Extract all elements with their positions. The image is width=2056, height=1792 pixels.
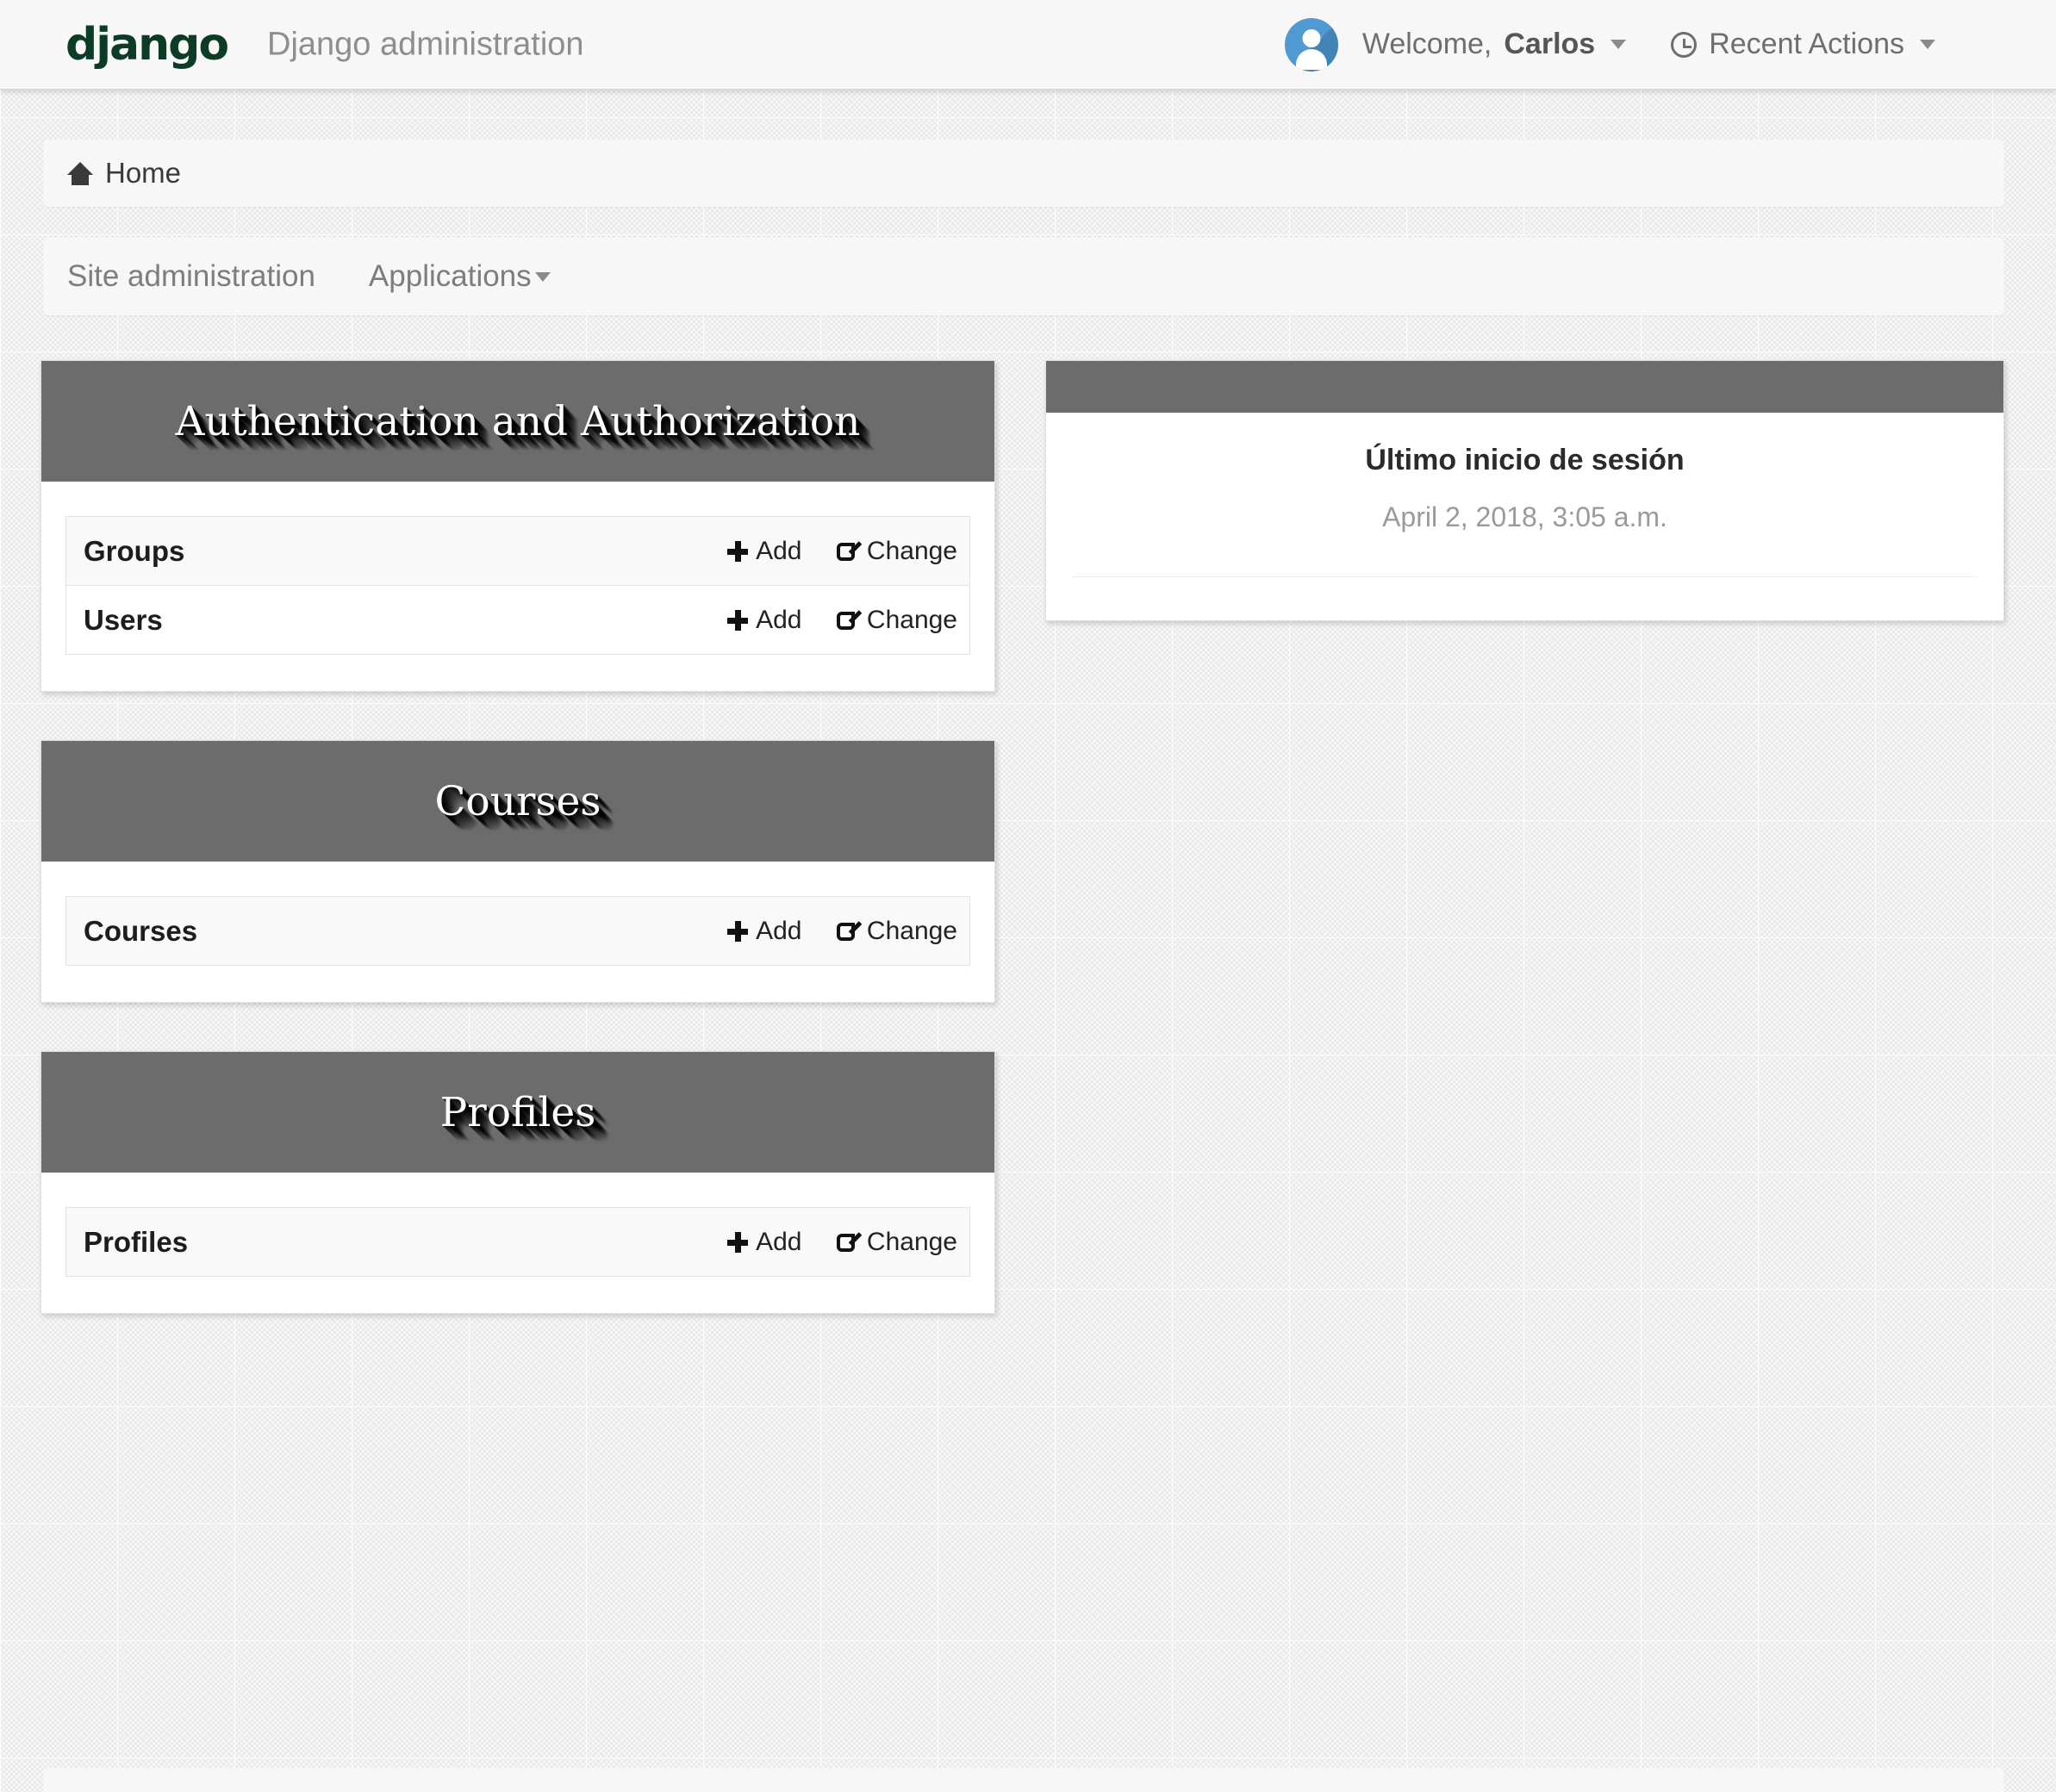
module-header: Profiles [41, 1052, 994, 1173]
avatar-head [1302, 28, 1321, 47]
chevron-down-icon [534, 271, 551, 282]
user-menu[interactable]: Welcome, Carlos [1284, 17, 1627, 72]
last-login-spacer [1072, 577, 1978, 620]
change-button[interactable]: Change [836, 916, 957, 946]
user-name: Carlos [1504, 28, 1596, 60]
model-link-groups[interactable]: Groups [66, 517, 340, 586]
add-button[interactable]: Add [727, 1228, 801, 1257]
change-label: Change [866, 916, 957, 945]
app-list-column: Authentication and Authorization Groups … [40, 360, 995, 1362]
app-module-authentication-and-authorization: Authentication and Authorization Groups … [40, 360, 995, 692]
edit-icon [836, 920, 863, 943]
plus-icon [727, 920, 749, 942]
model-table: Courses Add Change [65, 896, 970, 966]
breadcrumb: Home [43, 140, 2004, 207]
module-body: Profiles Add Change [41, 1173, 994, 1313]
recent-actions-label: Recent Actions [1709, 28, 1904, 60]
last-login-panel: Último inicio de sesión April 2, 2018, 3… [1045, 360, 2004, 621]
table-row: Users Add Change [65, 585, 970, 655]
page-title: Django administration [267, 26, 584, 62]
last-login-body: Último inicio de sesión April 2, 2018, 3… [1046, 413, 2003, 620]
breadcrumb-home-link[interactable]: Home [67, 157, 181, 190]
add-button[interactable]: Add [727, 917, 801, 946]
site-administration-label: Site administration [67, 259, 315, 293]
model-table: Profiles Add Change [65, 1207, 970, 1277]
app-module-profiles: Profiles Profiles Add Change [40, 1051, 995, 1314]
module-title: Authentication and Authorization [175, 397, 861, 445]
module-title: Courses [434, 777, 601, 825]
chevron-down-icon [1611, 40, 1627, 49]
change-button[interactable]: Change [836, 1227, 957, 1257]
site-admin-nav: Site administration Applications [43, 238, 2004, 315]
recent-actions-menu[interactable]: Recent Actions [1671, 28, 1935, 61]
avatar [1284, 17, 1338, 72]
add-button[interactable]: Add [727, 537, 801, 566]
applications-dropdown[interactable]: Applications [369, 259, 551, 294]
module-title: Profiles [439, 1088, 596, 1136]
last-login-panel-header [1046, 361, 2003, 413]
plus-icon [727, 540, 749, 562]
clock-icon [1671, 31, 1698, 58]
model-table: Groups Add Change Users Add Change [65, 516, 970, 655]
edit-icon [836, 1231, 863, 1254]
site-header: django Django administration Welcome, Ca… [0, 0, 2056, 90]
add-button[interactable]: Add [727, 606, 801, 635]
change-label: Change [866, 605, 957, 634]
add-label: Add [756, 605, 802, 634]
add-label: Add [756, 536, 802, 565]
table-row: Groups Add Change [65, 516, 970, 586]
row-actions: Add Change [345, 1208, 970, 1277]
sidebar-column: Último inicio de sesión April 2, 2018, 3… [1045, 360, 2004, 669]
last-login-title: Último inicio de sesión [1365, 444, 1685, 476]
change-button[interactable]: Change [836, 536, 957, 566]
module-body: Groups Add Change Users Add Change [41, 482, 994, 691]
table-row: Profiles Add Change [65, 1207, 970, 1277]
django-logo[interactable]: django [65, 19, 229, 71]
change-label: Change [866, 536, 957, 565]
model-link-users[interactable]: Users [65, 585, 340, 655]
copyright-text: © 2018 [67, 1787, 153, 1792]
edit-icon [836, 540, 863, 563]
footer: © 2018 [43, 1768, 2004, 1792]
home-icon [67, 161, 93, 185]
add-label: Add [756, 916, 802, 945]
app-module-courses: Courses Courses Add Change [40, 740, 995, 1003]
welcome-text: Welcome, [1361, 28, 1492, 60]
row-actions: Add Change [340, 517, 969, 586]
model-link-profiles[interactable]: Profiles [66, 1208, 346, 1277]
applications-label: Applications [368, 259, 532, 293]
table-row: Courses Add Change [65, 896, 970, 966]
change-label: Change [866, 1227, 957, 1256]
breadcrumb-home-label: Home [105, 157, 182, 189]
change-button[interactable]: Change [836, 605, 957, 635]
row-actions: Add Change [340, 585, 970, 655]
plus-icon [727, 1231, 749, 1253]
header-tools: Welcome, Carlos Recent Actions [1284, 17, 1935, 72]
plus-icon [727, 609, 749, 631]
module-header: Courses [41, 741, 994, 862]
row-actions: Add Change [359, 897, 970, 966]
model-link-courses[interactable]: Courses [66, 897, 360, 966]
chevron-down-icon [1920, 40, 1935, 49]
last-login-value: April 2, 2018, 3:05 a.m. [1072, 501, 1978, 577]
edit-icon [836, 609, 863, 632]
module-header: Authentication and Authorization [41, 361, 994, 482]
module-body: Courses Add Change [41, 862, 994, 1002]
add-label: Add [756, 1227, 802, 1256]
